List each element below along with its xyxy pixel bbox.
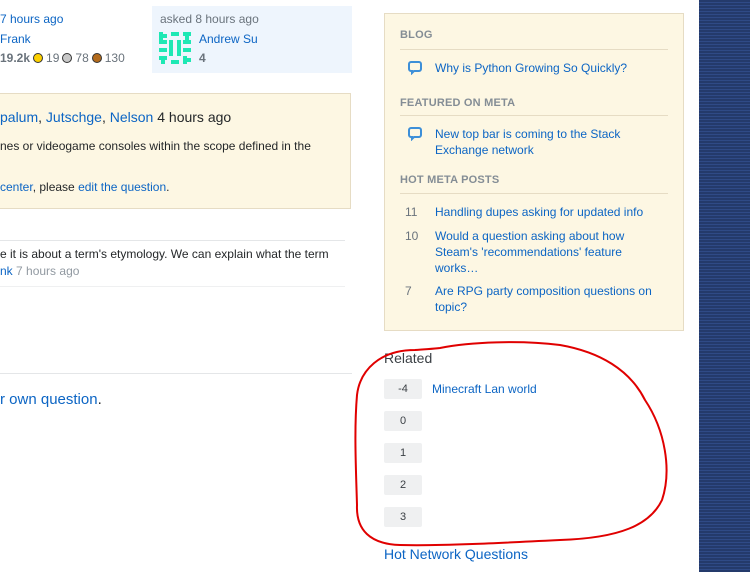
meta-post-score: 10 (405, 229, 419, 243)
followup-end: . (166, 180, 170, 194)
related-heading: Related (384, 350, 433, 366)
closed-by-line: palum, Jutschge, Nelson 4 hours ago (0, 109, 231, 125)
related-score[interactable]: 0 (384, 411, 422, 431)
section-divider (0, 373, 352, 374)
divider (400, 115, 668, 116)
related-score[interactable]: -4 (384, 379, 422, 399)
separator: , (101, 109, 110, 125)
comment-divider (0, 286, 345, 287)
bronze-badge-icon (91, 53, 102, 63)
ask-own-question: r own question. (0, 391, 102, 408)
closed-time: 4 hours ago (157, 109, 232, 125)
chat-bubble-icon (408, 127, 422, 141)
featured-post-link[interactable]: New top bar is coming to the Stack Excha… (435, 126, 665, 158)
separator: , (38, 109, 46, 125)
closer-link[interactable]: Jutschge (46, 109, 102, 125)
related-score[interactable]: 3 (384, 507, 422, 527)
closer-link[interactable]: Nelson (110, 109, 154, 125)
featured-heading: FEATURED ON META (400, 97, 516, 109)
ask-own-question-link[interactable]: r own question (0, 391, 98, 408)
page-edge-stripe (699, 0, 750, 572)
editor-name-link[interactable]: Frank (0, 32, 31, 46)
comment-meta: nk 7 hours ago (0, 264, 79, 278)
chat-bubble-icon (408, 61, 422, 75)
silver-badge-icon (62, 53, 73, 63)
edit-question-link[interactable]: edit the question (78, 180, 166, 194)
hot-network-questions-link[interactable]: Hot Network Questions (384, 546, 528, 562)
bronze-badge-count: 130 (104, 51, 125, 65)
comment-divider (0, 240, 345, 241)
asker-name-link[interactable]: Andrew Su (199, 32, 258, 46)
gold-badge-count: 19 (46, 51, 60, 65)
asker-card: asked 8 hours ago Andrew Su 4 (152, 6, 352, 73)
meta-post-link[interactable]: Are RPG party composition questions on t… (435, 283, 665, 315)
editor-reputation: 19.2k 19 78 130 (0, 51, 125, 65)
help-center-link[interactable]: center (0, 180, 33, 194)
meta-post-score: 11 (405, 205, 418, 219)
divider (400, 49, 668, 50)
meta-post-link[interactable]: Would a question asking about how Steam'… (435, 228, 665, 276)
followup-text: , please (32, 180, 79, 194)
blog-post-link[interactable]: Why is Python Growing So Quickly? (435, 60, 665, 76)
period: . (97, 391, 102, 408)
closed-notice: palum, Jutschge, Nelson 4 hours ago nes … (0, 93, 351, 209)
divider (400, 193, 668, 194)
gold-badge-icon (33, 53, 44, 63)
comment-author-link[interactable]: nk (0, 264, 13, 278)
edited-time-link[interactable]: 7 hours ago (0, 12, 63, 26)
community-bulletin: BLOG Why is Python Growing So Quickly? F… (384, 13, 684, 331)
comment-time: 7 hours ago (16, 264, 80, 278)
asker-reputation: 4 (199, 51, 206, 65)
related-score[interactable]: 2 (384, 475, 422, 495)
silver-badge-count: 78 (75, 51, 89, 65)
related-question-link[interactable]: Minecraft Lan world (432, 382, 537, 396)
hot-meta-heading: HOT META POSTS (400, 174, 500, 186)
related-score[interactable]: 1 (384, 443, 422, 463)
reputation-score: 19.2k (0, 51, 31, 65)
closer-link[interactable]: palum (0, 109, 38, 125)
meta-post-link[interactable]: Handling dupes asking for updated info (435, 204, 665, 220)
comment-text: e it is about a term's etymology. We can… (0, 247, 329, 261)
user-identicon-icon[interactable] (159, 32, 191, 64)
close-reason-text: nes or videogame consoles within the sco… (0, 139, 311, 153)
blog-heading: BLOG (400, 29, 433, 41)
asked-time: asked 8 hours ago (160, 12, 259, 26)
close-reason-followup: center, please edit the question. (0, 180, 170, 194)
meta-post-score: 7 (405, 284, 412, 298)
